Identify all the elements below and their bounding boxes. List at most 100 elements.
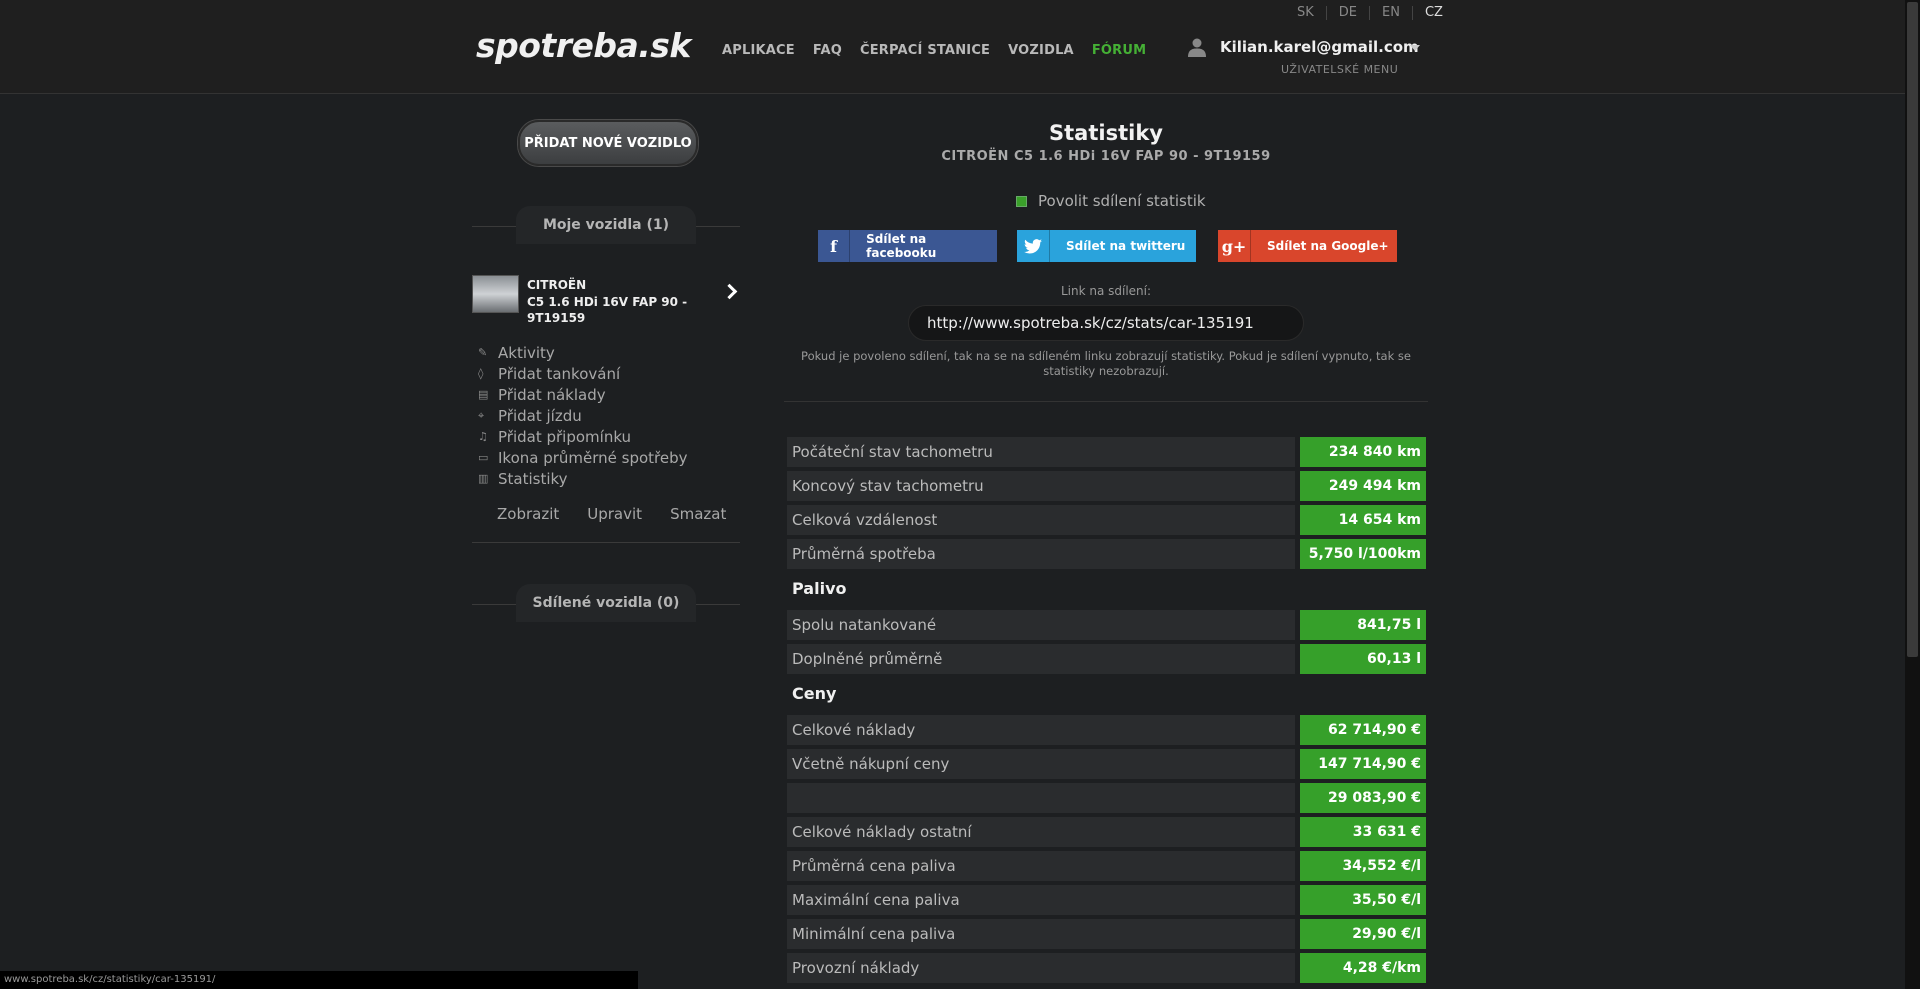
table-row: Včetně nákupní ceny 147 714,90 € — [787, 749, 1427, 779]
stat-label: Spolu natankované — [787, 610, 1295, 640]
table-row: Celková vzdálenost 14 654 km — [787, 505, 1427, 535]
table-row: Maximální cena paliva 35,50 €/l — [787, 885, 1427, 915]
menu-item-label: Přidat jízdu — [498, 406, 582, 425]
lang-de[interactable]: DE — [1325, 6, 1369, 20]
twitter-icon — [1017, 230, 1050, 262]
page-subtitle: CITROËN C5 1.6 HDi 16V FAP 90 - 9T19159 — [941, 149, 1271, 164]
car-thumbnail[interactable] — [472, 275, 519, 313]
menu-pridat-naklady[interactable]: ▤ Přidat náklady — [478, 384, 688, 405]
share-stats-toggle[interactable]: Povolit sdílení statistik — [1016, 192, 1206, 210]
user-menu-link[interactable]: UŽIVATELSKÉ MENU — [1281, 63, 1398, 76]
checkbox-icon[interactable] — [1016, 195, 1027, 207]
table-row: 29 083,90 € — [787, 783, 1427, 813]
chevron-right-icon[interactable] — [721, 283, 738, 300]
table-row: Celkové náklady ostatní 33 631 € — [787, 817, 1427, 847]
show-vehicle-link[interactable]: Zobrazit — [497, 505, 559, 523]
stat-label: Celkové náklady ostatní — [787, 817, 1295, 847]
user-dropdown-caret-icon[interactable] — [1410, 45, 1420, 51]
car-menu: ✎ Aktivity ◊ Přidat tankování ▤ Přidat n… — [478, 342, 688, 489]
table-row: Celkové náklady 62 714,90 € — [787, 715, 1427, 745]
lang-cz[interactable]: CZ — [1411, 6, 1455, 20]
menu-item-label: Ikona průměrné spotřeby — [498, 448, 688, 467]
stat-value: 5,750 l/100km — [1300, 539, 1426, 569]
user-email[interactable]: Kilian.karel@gmail.com — [1220, 38, 1419, 56]
table-row: Minimální cena paliva 29,90 €/l — [787, 919, 1427, 949]
lang-en[interactable]: EN — [1369, 6, 1412, 20]
nav-aplikace[interactable]: APLIKACE — [722, 43, 795, 58]
share-twitter-button[interactable]: Sdílet na twitteru — [1017, 230, 1196, 262]
delete-vehicle-link[interactable]: Smazat — [670, 505, 726, 523]
share-toggle-label: Povolit sdílení statistik — [1038, 192, 1206, 210]
stat-label: Počáteční stav tachometru — [787, 437, 1295, 467]
main-nav: APLIKACE FAQ ČERPACÍ STANICE VOZIDLA FÓR… — [722, 43, 1164, 58]
stat-label: Maximální cena paliva — [787, 885, 1295, 915]
stat-value: 33 631 € — [1300, 817, 1426, 847]
nav-cerpaci-stanice[interactable]: ČERPACÍ STANICE — [860, 43, 990, 58]
share-google-button[interactable]: g+ Sdílet na Google+ — [1218, 230, 1397, 262]
share-facebook-button[interactable]: f Sdílet na facebooku — [818, 230, 997, 262]
stat-label: Minimální cena paliva — [787, 919, 1295, 949]
stat-value: 34,552 €/l — [1300, 851, 1426, 881]
menu-item-label: Přidat náklady — [498, 385, 606, 404]
menu-pridat-pripominku[interactable]: ♫ Přidat připomínku — [478, 426, 688, 447]
stat-value: 249 494 km — [1300, 471, 1426, 501]
share-facebook-label: Sdílet na facebooku — [866, 232, 937, 260]
language-switcher: SK DE EN CZ — [1285, 6, 1455, 20]
table-row: Počáteční stav tachometru 234 840 km — [787, 437, 1427, 467]
menu-item-label: Aktivity — [498, 343, 555, 362]
nav-forum[interactable]: FÓRUM — [1092, 43, 1146, 58]
stat-value: 147 714,90 € — [1300, 749, 1426, 779]
nav-vozidla[interactable]: VOZIDLA — [1008, 43, 1074, 58]
google-plus-icon: g+ — [1218, 230, 1251, 262]
stat-value: 35,50 €/l — [1300, 885, 1426, 915]
stat-label: Doplněné průměrně — [787, 644, 1295, 674]
share-note: Pokud je povoleno sdílení, tak na se na … — [801, 349, 1411, 378]
prices-heading: Ceny — [792, 684, 837, 703]
car-brand[interactable]: CITROËN — [527, 278, 586, 292]
stat-label: Celková vzdálenost — [787, 505, 1295, 535]
table-row: Spolu natankované 841,75 l — [787, 610, 1427, 640]
share-twitter-label: Sdílet na twitteru — [1066, 239, 1186, 253]
car-model[interactable]: C5 1.6 HDi 16V FAP 90 - 9T19159 — [527, 294, 697, 326]
scrollbar-thumb[interactable] — [1907, 2, 1918, 657]
menu-statistiky[interactable]: ▥ Statistiky — [478, 468, 688, 489]
receipt-icon: ▤ — [478, 388, 489, 401]
table-row: Průměrná cena paliva 34,552 €/l — [787, 851, 1427, 881]
stat-label: Koncový stav tachometru — [787, 471, 1295, 501]
drop-icon: ◊ — [478, 367, 484, 380]
bell-icon: ♫ — [478, 430, 488, 443]
stat-value: 4,28 €/km — [1300, 953, 1426, 983]
table-row: Průměrná spotřeba 5,750 l/100km — [787, 539, 1427, 569]
add-vehicle-button[interactable]: PŘIDAT NOVÉ VOZIDLO — [518, 120, 698, 166]
divider — [784, 401, 1428, 402]
pin-icon: ⌖ — [478, 408, 485, 422]
car-actions: Zobrazit Upravit Smazat — [497, 505, 754, 523]
my-vehicles-heading[interactable]: Moje vozidla (1) — [516, 206, 696, 244]
facebook-icon: f — [818, 230, 851, 262]
menu-item-label: Přidat připomínku — [498, 427, 632, 446]
stat-value: 234 840 km — [1300, 437, 1426, 467]
user-icon — [1188, 38, 1206, 57]
stat-value: 29,90 €/l — [1300, 919, 1426, 949]
menu-pridat-tankovani[interactable]: ◊ Přidat tankování — [478, 363, 688, 384]
share-link-input[interactable] — [908, 305, 1304, 341]
site-logo[interactable]: spotreba.sk — [476, 26, 691, 65]
menu-ikona-spotreby[interactable]: ▭ Ikona průměrné spotřeby — [478, 447, 688, 468]
divider — [472, 542, 740, 543]
stat-label: Průměrná cena paliva — [787, 851, 1295, 881]
site-header: spotreba.sk APLIKACE FAQ ČERPACÍ STANICE… — [0, 0, 1920, 94]
lang-sk[interactable]: SK — [1285, 6, 1326, 20]
menu-aktivity[interactable]: ✎ Aktivity — [478, 342, 688, 363]
shared-vehicles-heading[interactable]: Sdílené vozidla (0) — [516, 584, 696, 622]
stat-value: 14 654 km — [1300, 505, 1426, 535]
stat-value: 60,13 l — [1300, 644, 1426, 674]
fuel-heading: Palivo — [792, 579, 847, 598]
table-row: Provozní náklady 4,28 €/km — [787, 953, 1427, 983]
bar-chart-icon: ▥ — [478, 472, 489, 485]
share-link-label: Link na sdílení: — [1060, 284, 1152, 298]
pencil-icon: ✎ — [478, 346, 488, 359]
nav-faq[interactable]: FAQ — [813, 43, 842, 58]
menu-pridat-jizdu[interactable]: ⌖ Přidat jízdu — [478, 405, 688, 426]
stat-label: Celkové náklady — [787, 715, 1295, 745]
edit-vehicle-link[interactable]: Upravit — [587, 505, 642, 523]
